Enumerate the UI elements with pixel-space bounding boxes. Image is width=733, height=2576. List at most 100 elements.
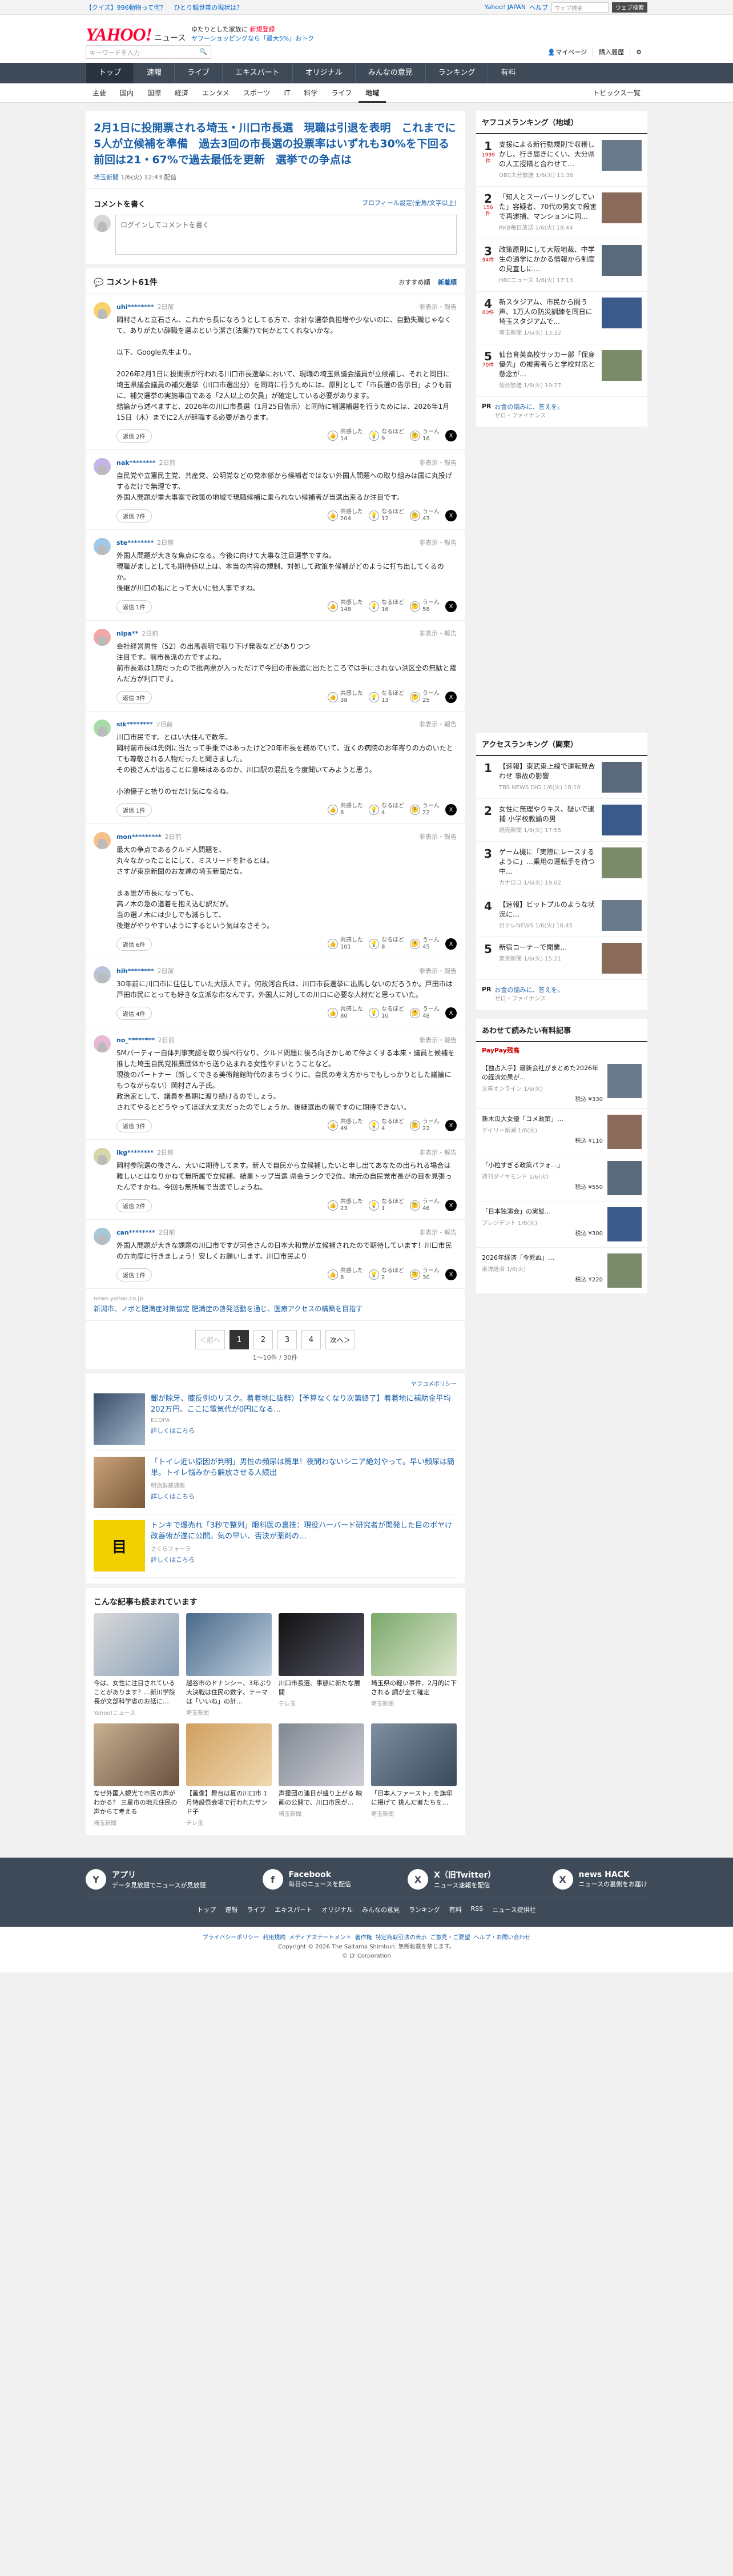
related-article-card[interactable]: 【画像】舞台は夏の川口市 1月特設祭会場で行われたサンド子 テレ玉	[186, 1723, 272, 1827]
footer-app-link[interactable]: X X（旧Twitter） ニュース速報を配信	[408, 1869, 496, 1890]
nav-tab-paid[interactable]: 有料	[488, 63, 528, 83]
category-tab[interactable]: IT	[277, 83, 297, 103]
comment-report-link[interactable]: 非表示・報告	[419, 1035, 457, 1044]
reaction-empathy-button[interactable]: 👍 共感した 23	[328, 1199, 363, 1212]
x-share-icon[interactable]: X	[445, 804, 457, 815]
category-tab[interactable]: 国際	[140, 83, 168, 103]
web-search-input[interactable]: ウェブ検索	[551, 2, 609, 13]
related-article-card[interactable]: 埼玉県の軽い事件、2月的に下される 調が全て確定 埼玉新聞	[371, 1613, 457, 1717]
related-article-card[interactable]: なぜ外国人観光で市民の声がわかる？ 三星市の地元住民の声からて考える 埼玉新聞	[94, 1723, 179, 1827]
search-icon[interactable]: 🔍	[199, 48, 207, 56]
category-tab[interactable]: 科学	[297, 83, 324, 103]
comment-username[interactable]: sik********	[116, 721, 153, 728]
reply-button[interactable]: 返信 3件	[116, 690, 152, 704]
paid-article-item[interactable]: 新木瓜大女優「コメ政策」… デイリー新潮 1/6(火) 税込 ¥110	[476, 1109, 647, 1155]
related-article-card[interactable]: 声援団の連日が盛り上がる 映画の公開で、川口市民が… 埼玉新聞	[279, 1723, 364, 1827]
x-share-icon[interactable]: X	[445, 1269, 457, 1280]
reaction-empathy-button[interactable]: 👍 共感した 49	[328, 1119, 363, 1132]
ranking-item[interactable]: 1 1999件 支援による新行動規則で収穫しかし、行き届きにくい、大分県の人工授精と…	[476, 134, 647, 187]
legal-link[interactable]: ご意見・ご要望	[430, 1935, 470, 1941]
reply-button[interactable]: 返信 1件	[116, 803, 152, 817]
comment-report-link[interactable]: 非表示・報告	[419, 1148, 457, 1157]
category-tab[interactable]: ライフ	[324, 83, 359, 103]
x-share-icon[interactable]: X	[445, 938, 457, 950]
reaction-empathy-button[interactable]: 👍 共感した 8	[328, 1268, 363, 1281]
yahoo-japan-link[interactable]: Yahoo! JAPAN	[484, 3, 526, 11]
footer-app-link[interactable]: Xnews HACK ニュースの裏側をお届け	[552, 1869, 647, 1890]
page-button[interactable]: 2	[253, 1330, 273, 1349]
header-promo[interactable]: ゆたりとした家族に 新規登録 ヤフーショッピングなら「最大5%」おトク	[191, 25, 314, 43]
category-tab[interactable]: 主要	[86, 83, 113, 103]
user-avatar[interactable]	[94, 302, 111, 319]
reaction-insight-button[interactable]: 💡 なるほど 4	[369, 1119, 404, 1132]
user-avatar[interactable]	[94, 966, 111, 983]
related-article-card[interactable]: 今は、女性に注目されていることがあります？…新川学院長が文部科学省のお話に… Ya…	[94, 1613, 179, 1717]
topbar-link[interactable]: 【クイズ】996動物って何？	[86, 4, 166, 11]
comment-username[interactable]: mon*********	[116, 833, 162, 841]
reply-button[interactable]: 返信 2件	[116, 1199, 152, 1212]
article-source[interactable]: 埼玉新聞	[94, 174, 119, 181]
reply-button[interactable]: 返信 6件	[116, 937, 152, 951]
comment-report-link[interactable]: 非表示・報告	[419, 629, 457, 638]
settings-icon[interactable]: ⚙	[630, 49, 647, 56]
reaction-insight-button[interactable]: 💡 なるほど 12	[369, 509, 404, 523]
reaction-insight-button[interactable]: 💡 なるほど 16	[369, 600, 404, 613]
comment-username[interactable]: ste********	[116, 539, 154, 546]
reaction-empathy-button[interactable]: 👍 共感した 204	[328, 509, 363, 523]
footer-category-link[interactable]: エキスパート	[275, 1905, 312, 1914]
footer-category-link[interactable]: ランキング	[409, 1905, 440, 1914]
user-avatar[interactable]	[94, 629, 111, 646]
footer-app-link[interactable]: Y アプリ データ見放題でニュースが見放題	[86, 1869, 206, 1890]
comment-report-link[interactable]: 非表示・報告	[419, 538, 457, 547]
user-avatar[interactable]	[94, 458, 111, 475]
comment-policy-link[interactable]: ヤフコメポリシー	[94, 1379, 457, 1388]
x-share-icon[interactable]: X	[445, 692, 457, 703]
reply-button[interactable]: 返信 1件	[116, 600, 152, 613]
reaction-hmm-button[interactable]: 🤔 うーん 30	[410, 1268, 440, 1281]
footer-category-link[interactable]: ニュース提供社	[492, 1905, 535, 1914]
reaction-hmm-button[interactable]: 🤔 うーん 16	[410, 429, 440, 443]
reaction-insight-button[interactable]: 💡 なるほど 1	[369, 1199, 404, 1212]
reply-button[interactable]: 返信 7件	[116, 509, 152, 523]
reaction-insight-button[interactable]: 💡 なるほど 2	[369, 1268, 404, 1281]
page-button[interactable]: 4	[301, 1330, 321, 1349]
access-ranking-item[interactable]: 5 新宿コーナーで開業… 東京新聞 1/6(火) 15:21	[476, 937, 647, 980]
access-ranking-item[interactable]: 4 【速報】ビットプルのような状況に… 日テレNEWS 1/6(火) 16:45	[476, 894, 647, 937]
comment-report-link[interactable]: 非表示・報告	[419, 720, 457, 729]
reaction-hmm-button[interactable]: 🤔 うーん 25	[410, 690, 440, 704]
legal-link[interactable]: ヘルプ・お問い合わせ	[474, 1935, 531, 1941]
reaction-empathy-button[interactable]: 👍 共感した 101	[328, 937, 363, 951]
reaction-hmm-button[interactable]: 🤔 うーん 58	[410, 600, 440, 613]
footer-category-link[interactable]: 有料	[449, 1905, 462, 1914]
nav-tab-opinions[interactable]: みんなの意見	[355, 63, 425, 83]
prev-page-button[interactable]: ＜前へ	[195, 1330, 225, 1349]
category-tab-local[interactable]: 地域	[359, 83, 386, 103]
x-share-icon[interactable]: X	[445, 430, 457, 441]
sort-newest[interactable]: 新着順	[438, 279, 457, 286]
reaction-insight-button[interactable]: 💡 なるほど 4	[369, 803, 404, 817]
legal-link[interactable]: メディアステートメント	[289, 1935, 351, 1941]
reaction-empathy-button[interactable]: 👍 共感した 148	[328, 600, 363, 613]
reaction-insight-button[interactable]: 💡 なるほど 8	[369, 937, 404, 951]
reaction-empathy-button[interactable]: 👍 共感した 8	[328, 803, 363, 817]
topics-list-link[interactable]: トピックス一覧	[586, 83, 647, 103]
comment-username[interactable]: no_********	[116, 1036, 155, 1044]
comment-report-link[interactable]: 非表示・報告	[419, 966, 457, 975]
ranking-item[interactable]: 5 70件 仙台育英高校サッカー部「保身優先」の被害者らと学校対応と懸念が… 仙台放送…	[476, 344, 647, 397]
paid-article-item[interactable]: 「日本独演会」の実態… プレジデント 1/6(火) 税込 ¥300	[476, 1201, 647, 1248]
reaction-insight-button[interactable]: 💡 なるほど 13	[369, 690, 404, 704]
nav-tab-breaking[interactable]: 速報	[134, 63, 174, 83]
ranking-item[interactable]: 2 156件 「知人とスーパーリングしていた」容疑者、70代の男女で殺害で再逮捕、マ…	[476, 187, 647, 239]
page-button[interactable]: 1	[229, 1330, 249, 1349]
access-ranking-item[interactable]: 1 【速報】東武東上線で運転見合わせ 事故の影響 TBS NEWS DIG 1/6(…	[476, 756, 647, 799]
pr-ad[interactable]: 「トイレ近い原因が判明」男性の頻尿は簡単！夜間わないシニア絶対やって。早い頻尿は…	[94, 1451, 457, 1514]
ranking-item[interactable]: 3 94件 政策原則にして大阪地裁、中学生の通学にかかる情報から制度の見直しに… HB…	[476, 239, 647, 292]
reply-button[interactable]: 返信 4件	[116, 1006, 152, 1020]
related-article-card[interactable]: 越谷市のドナンシー、3年ぶり大決戦は住民の数字、テーマは「いいね」の計… 埼玉新聞	[186, 1613, 272, 1717]
nav-tab-top[interactable]: トップ	[86, 63, 134, 83]
user-avatar[interactable]	[94, 832, 111, 849]
comment-report-link[interactable]: 非表示・報告	[419, 302, 457, 311]
comment-username[interactable]: can********	[116, 1229, 155, 1236]
inline-ad[interactable]: news.yahoo.co.jp 新潟市、ノボと肥満症対策協定 肥満症の啓発活動…	[86, 1289, 465, 1321]
user-avatar[interactable]	[94, 1148, 111, 1165]
